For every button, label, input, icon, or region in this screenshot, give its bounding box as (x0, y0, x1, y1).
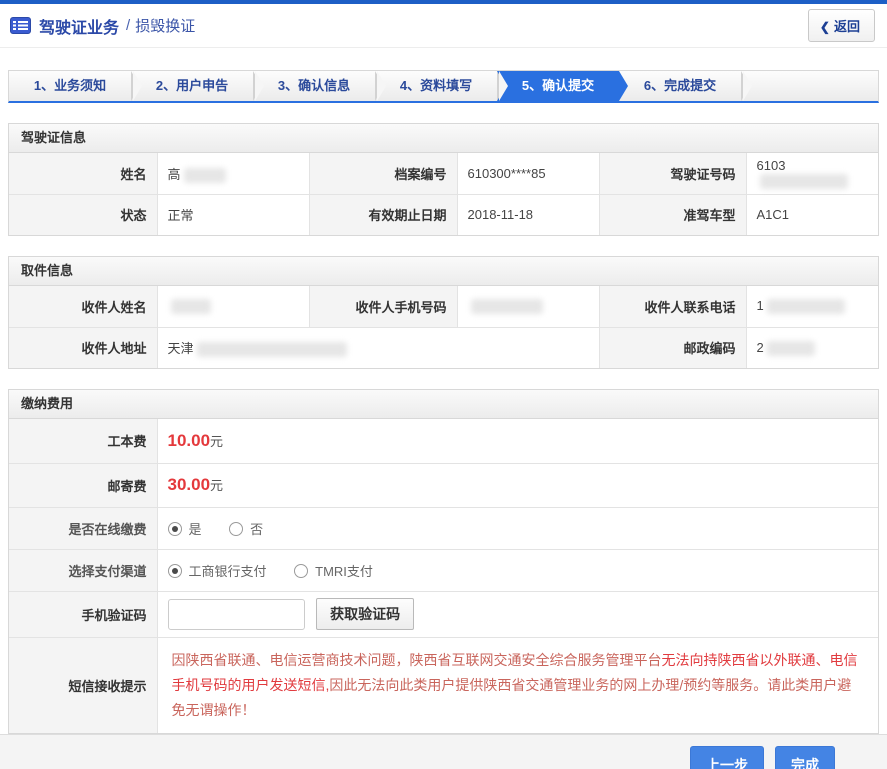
license-info-panel: 驾驶证信息 姓名 高 档案编号 610300****85 驾驶证号码 6103 … (8, 123, 879, 236)
postage-fee-value: 30.00元 (156, 462, 878, 508)
table-row: 短信接收提示 因陕西省联通、电信运营商技术问题，陕西省互联网交通安全综合服务管理… (9, 636, 878, 733)
footer-bar: 上一步 完成 (0, 733, 887, 769)
recipient-mobile-value (456, 286, 600, 328)
previous-step-button[interactable]: 上一步 (690, 746, 764, 769)
breadcrumb-current: 损毁换证 (135, 18, 196, 35)
production-fee-label: 工本费 (9, 419, 158, 464)
zip-code-value: 2 (745, 326, 878, 368)
name-value: 高 (156, 153, 310, 195)
redacted-blur (766, 340, 815, 356)
recipient-phone-value: 1 (745, 286, 878, 328)
status-value: 正常 (156, 193, 310, 235)
license-info-table: 姓名 高 档案编号 610300****85 驾驶证号码 6103 状态 正常 … (9, 153, 878, 235)
expiry-date-value: 2018-11-18 (456, 193, 600, 235)
pickup-info-table: 收件人姓名 收件人手机号码 收件人联系电话 1 收件人地址 天津 邮政编码 2 (9, 286, 878, 368)
finish-button[interactable]: 完成 (775, 746, 835, 769)
table-row: 邮寄费 30.00元 (9, 462, 878, 508)
back-label: 返回 (833, 19, 860, 34)
icbc-pay-radio[interactable] (167, 563, 182, 578)
table-row: 收件人姓名 收件人手机号码 收件人联系电话 1 (9, 286, 878, 328)
postage-fee-amount: 30.00 (167, 475, 211, 494)
license-info-title: 驾驶证信息 (9, 124, 878, 153)
sms-notice-part1: 因陕西省联通、电信运营商技术问题，陕西省互联网交通安全综合服务管理平台 (171, 651, 662, 668)
step-3-confirm-info: 3、确认信息 (253, 71, 386, 101)
step-2-declaration: 2、用户申告 (131, 71, 264, 101)
status-label: 状态 (9, 193, 158, 235)
postage-fee-unit: 元 (210, 478, 224, 493)
get-sms-code-button[interactable]: 获取验证码 (316, 598, 415, 630)
sms-code-label: 手机验证码 (9, 590, 158, 638)
table-row: 选择支付渠道 工商银行支付 TMRI支付 (9, 548, 878, 592)
table-row: 工本费 10.00元 (9, 419, 878, 464)
sms-code-cell: 获取验证码 (156, 590, 878, 638)
back-button[interactable]: ❮ 返回 (807, 9, 875, 42)
icbc-pay-label[interactable]: 工商银行支付 (189, 564, 267, 579)
tmri-pay-radio[interactable] (294, 563, 309, 578)
recipient-address-label: 收件人地址 (9, 326, 158, 368)
pickup-info-panel: 取件信息 收件人姓名 收件人手机号码 收件人联系电话 1 收件人地址 天津 邮政… (8, 256, 879, 369)
production-fee-unit: 元 (210, 433, 224, 449)
online-pay-yes-label[interactable]: 是 (189, 522, 202, 537)
online-pay-options: 是 否 (156, 506, 878, 550)
step-5-confirm-submit: 5、确认提交 (497, 71, 628, 101)
license-list-icon (10, 17, 31, 34)
expiry-date-label: 有效期止日期 (308, 193, 458, 235)
pay-channel-options: 工商银行支付 TMRI支付 (156, 548, 878, 592)
fees-panel: 缴纳费用 工本费 10.00元 邮寄费 30.00元 是否在线缴费 是 否 选择… (8, 389, 879, 734)
recipient-address-value: 天津 (156, 326, 600, 368)
redacted-blur (470, 299, 543, 315)
vehicle-class-label: 准驾车型 (598, 193, 747, 235)
pay-channel-label: 选择支付渠道 (9, 548, 158, 592)
fees-table: 工本费 10.00元 邮寄费 30.00元 是否在线缴费 是 否 选择支付渠道 … (9, 419, 878, 733)
recipient-name-label: 收件人姓名 (9, 286, 158, 328)
name-label: 姓名 (9, 153, 158, 195)
zip-code-label: 邮政编码 (598, 326, 747, 368)
online-pay-no-label[interactable]: 否 (250, 522, 263, 537)
pickup-info-title: 取件信息 (9, 257, 878, 286)
archive-no-label: 档案编号 (308, 153, 458, 195)
redacted-blur (196, 342, 347, 358)
recipient-name-value (156, 286, 310, 328)
tmri-pay-label[interactable]: TMRI支付 (315, 564, 373, 579)
table-row: 收件人地址 天津 邮政编码 2 (9, 326, 878, 368)
production-fee-amount: 10.00 (167, 430, 211, 450)
archive-no-value: 610300****85 (456, 153, 600, 195)
wizard-steps: 1、业务须知 2、用户申告 3、确认信息 4、资料填写 5、确认提交 6、完成提… (8, 70, 879, 103)
online-pay-label: 是否在线缴费 (9, 506, 158, 550)
online-pay-yes-radio[interactable] (167, 521, 182, 536)
online-pay-no-radio[interactable] (229, 521, 244, 536)
postage-fee-label: 邮寄费 (9, 462, 158, 508)
step-1-notice: 1、业务须知 (9, 71, 142, 101)
license-no-value: 6103 (745, 153, 878, 195)
table-row: 是否在线缴费 是 否 (9, 506, 878, 550)
redacted-blur (170, 299, 211, 315)
sms-notice-label: 短信接收提示 (9, 636, 158, 733)
redacted-blur (183, 167, 226, 183)
license-no-label: 驾驶证号码 (598, 153, 747, 195)
table-row: 姓名 高 档案编号 610300****85 驾驶证号码 6103 (9, 153, 878, 195)
table-row: 状态 正常 有效期止日期 2018-11-18 准驾车型 A1C1 (9, 193, 878, 235)
vehicle-class-value: A1C1 (745, 193, 878, 235)
breadcrumb-divider: / (126, 17, 131, 34)
fees-title: 缴纳费用 (9, 390, 878, 419)
page-title: 驾驶证业务 (39, 19, 120, 37)
production-fee-value: 10.00元 (156, 419, 878, 464)
step-6-finish-submit: 6、完成提交 (619, 71, 752, 101)
back-chevron-icon: ❮ (819, 20, 830, 34)
sms-code-input[interactable] (167, 598, 305, 630)
recipient-phone-label: 收件人联系电话 (598, 286, 747, 328)
page-header: 驾驶证业务 / 损毁换证 ❮ 返回 (0, 4, 887, 48)
redacted-blur (766, 299, 845, 315)
redacted-blur (759, 173, 848, 189)
step-4-fill-data: 4、资料填写 (375, 71, 508, 101)
recipient-mobile-label: 收件人手机号码 (308, 286, 458, 328)
table-row: 手机验证码 获取验证码 (9, 590, 878, 638)
sms-notice-text: 因陕西省联通、电信运营商技术问题，陕西省互联网交通安全综合服务管理平台无法向持陕… (156, 636, 878, 733)
